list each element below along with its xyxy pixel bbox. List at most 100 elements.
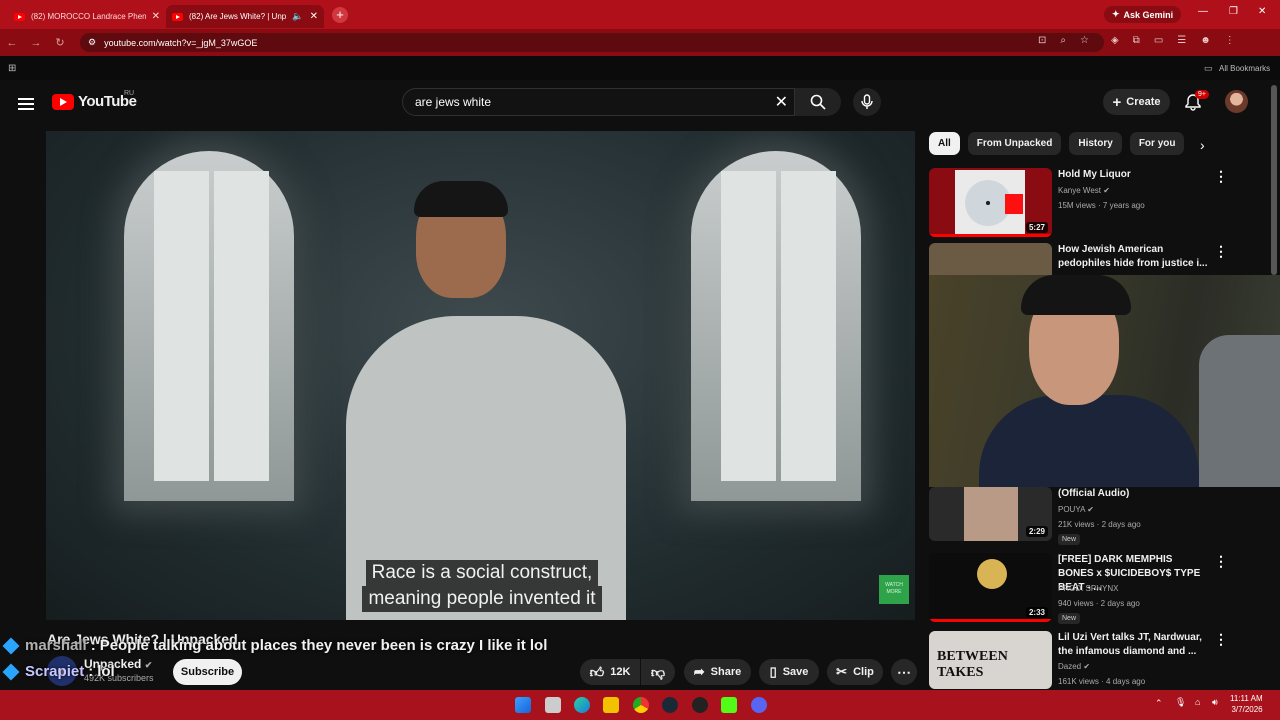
minimize-icon[interactable]: — [1198,6,1208,17]
browser-tab-1[interactable]: (82) MOROCCO Landrace Phen ✕ [8,5,166,28]
save-button[interactable]: ▯ Save [759,659,819,685]
browser-tab-2[interactable]: (82) Are Jews White? | Unp 🔈 ✕ [166,5,324,28]
watch-progress [929,619,1052,622]
video-thumbnail[interactable]: 2:33 [929,553,1052,622]
clock-time: 11:11 AM [1230,694,1263,703]
audio-icon[interactable]: 🔈 [292,11,303,22]
profile-icon[interactable]: ☻ [1200,35,1211,46]
page-scrollbar[interactable] [1271,85,1277,275]
video-thumbnail[interactable]: 2:29 [929,487,1052,541]
presenter-hair [414,181,508,217]
subscribe-button[interactable]: Subscribe [173,659,242,685]
voice-search-button[interactable] [853,88,881,116]
mic-tray-icon[interactable]: 🎙︎ [1175,697,1186,708]
like-button[interactable]: 👍︎ 12K [580,659,640,685]
new-tab-button[interactable]: + [332,6,348,23]
verified-icon: ✔ [144,660,153,670]
new-badge: New [1058,613,1081,624]
ask-gemini-button[interactable]: ✦ Ask Gemini [1104,6,1182,23]
forward-icon[interactable]: → [24,37,48,49]
omnibox-actions: ⊡ ⌕ ☆ ◈ ⧉ ▭ ☰ ☻ ⋮ [1038,35,1235,46]
clip-button[interactable]: ✂ Clip [827,659,883,685]
site-info-icon[interactable]: ⚙ [88,37,96,48]
bookmark-star-icon[interactable]: ☆ [1080,35,1089,46]
share-button[interactable]: ➦ Share [684,659,751,685]
clear-search-icon[interactable]: ✕ [775,92,788,112]
rec-meta: 940 views · 2 days ago [1058,599,1140,608]
edge-icon[interactable] [574,697,590,713]
steam-icon[interactable] [662,697,678,713]
tray-chevron-icon[interactable]: ⌃ [1155,698,1163,709]
video-thumbnail[interactable]: 5:27 [929,168,1052,237]
recommendation-item[interactable]: 2:29 (Official Audio) POUYA ✔ 21K views … [929,487,1259,557]
video-captions: Race is a social construct, meaning peop… [300,560,664,612]
restore-icon[interactable]: ❐ [1229,6,1238,17]
close-window-icon[interactable]: ✕ [1258,6,1266,17]
microphone-icon [861,94,873,109]
apps-grid-icon[interactable]: ⊞ [8,63,16,74]
chip-for-you[interactable]: For you [1129,132,1185,155]
all-bookmarks-link[interactable]: All Bookmarks [1219,64,1270,73]
chip-from-unpacked[interactable]: From Unpacked [967,132,1062,155]
more-options-icon[interactable]: ⋮ [1214,553,1228,570]
watch-more-button[interactable]: WATCH MORE [879,575,909,604]
install-icon[interactable]: ⊡ [1038,35,1046,46]
task-view-icon[interactable] [545,697,561,713]
obs-icon[interactable] [692,697,708,713]
youtube-favicon-icon [14,12,25,21]
create-button[interactable]: + Create [1103,89,1170,115]
extension-icon[interactable]: ◈ [1111,35,1119,46]
more-options-icon[interactable]: ⋮ [1214,243,1228,260]
recommendation-item[interactable]: 2:33 [FREE] DARK MEMPHIS BONES x $UICIDE… [929,553,1259,624]
rec-meta: 21K views · 2 days ago [1058,520,1141,529]
more-options-icon[interactable]: ⋮ [1214,631,1228,648]
recommendation-item[interactable]: 5:27 Hold My Liquor Kanye West ✔ 15M vie… [929,168,1259,238]
like-count: 12K [610,666,631,678]
dislike-button[interactable]: 👎︎ [641,659,675,685]
url-field[interactable]: ⚙ youtube.com/watch?v=_jgM_37wGOE [80,33,1104,52]
network-icon[interactable]: ⌂ [1195,697,1200,707]
video-player[interactable] [46,131,915,620]
close-tab-icon[interactable]: ✕ [310,11,318,22]
arched-window-right [691,151,861,501]
discord-icon[interactable] [751,697,767,713]
puzzle-icon[interactable]: ⧉ [1133,35,1140,46]
reading-list-icon[interactable]: ☰ [1177,35,1186,46]
search-icon [810,94,826,110]
menu-dots-icon[interactable]: ⋮ [1225,35,1235,46]
scissors-icon: ✂ [836,664,848,679]
tab-title: (82) MOROCCO Landrace Phen [31,12,146,21]
account-avatar[interactable] [1225,90,1248,113]
chat-gem-icon [2,637,20,654]
search-button[interactable] [795,88,841,116]
cast-icon[interactable]: ▭ [1154,35,1163,46]
file-explorer-icon[interactable] [603,697,619,713]
duration-badge: 5:27 [1025,222,1048,233]
rec-title: (Official Audio) [1058,488,1130,499]
close-tab-icon[interactable]: ✕ [152,11,160,22]
kick-icon[interactable] [721,697,737,713]
youtube-favicon-icon [172,12,183,21]
youtube-logo[interactable]: YouTube RU [52,90,137,110]
chevron-right-icon[interactable]: › [1200,137,1205,153]
recommendation-item[interactable]: BETWEEN TAKES Lil Uzi Vert talks JT, Nar… [929,631,1259,689]
reload-icon[interactable]: ↻ [48,36,72,49]
duration-badge: 2:33 [1025,607,1048,618]
share-label: Share [710,666,742,678]
youtube-play-icon [52,93,74,110]
hamburger-menu-icon[interactable] [18,95,34,113]
zoom-icon[interactable]: ⌕ [1060,35,1066,46]
volume-icon[interactable]: 🔊︎ [1212,697,1218,708]
chrome-icon[interactable] [633,697,649,713]
more-options-icon[interactable]: ⋮ [1214,168,1228,185]
windows-start-icon[interactable] [515,697,531,713]
taskbar-clock[interactable]: 11:11 AM 3/7/2026 [1230,693,1263,715]
chat-message: Scrapiet: lol [2,663,115,680]
chip-all[interactable]: All [929,132,960,155]
chip-history[interactable]: History [1069,132,1122,155]
video-thumbnail[interactable]: BETWEEN TAKES [929,631,1052,689]
bookmarks-bar: ⊞ ▭ All Bookmarks [0,56,1280,80]
search-input[interactable]: are jews white ✕ [402,88,795,116]
back-icon[interactable]: ← [0,37,24,49]
more-actions-button[interactable]: ⋯ [891,659,917,685]
